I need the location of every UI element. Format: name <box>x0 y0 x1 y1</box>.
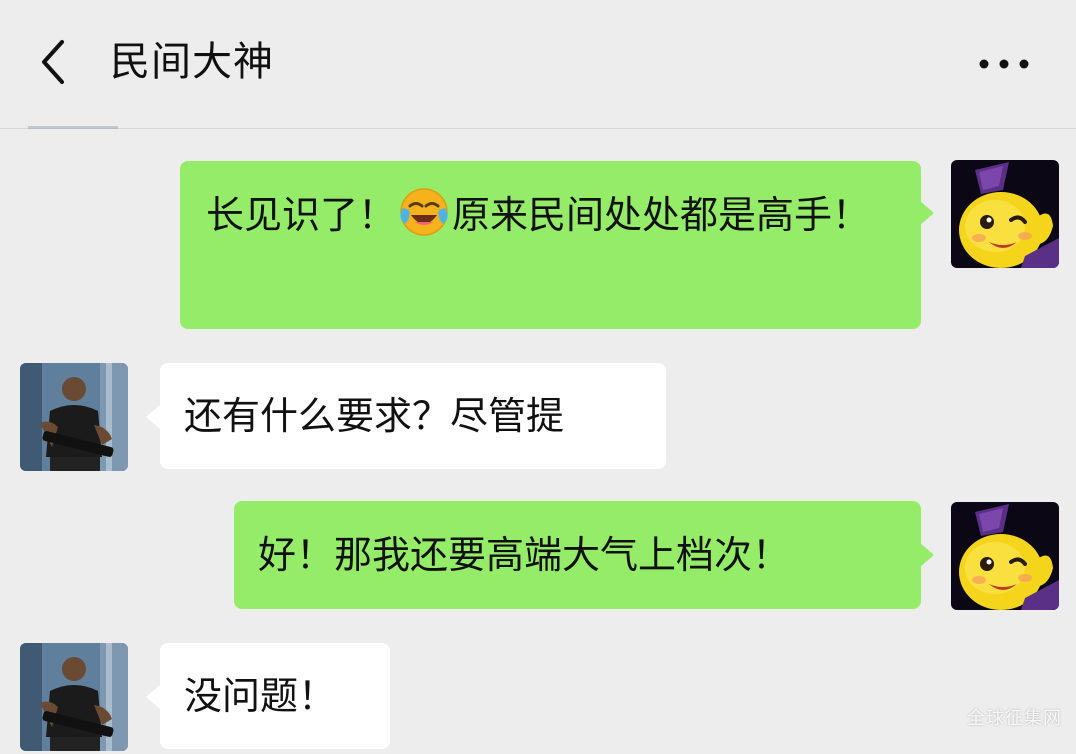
message-text: 长见识了！ <box>206 193 397 237</box>
my-avatar[interactable] <box>951 160 1059 268</box>
message-row-incoming: 没问题！ <box>0 635 1076 754</box>
contact-photo-icon <box>20 643 128 751</box>
chat-title: 民间大神 <box>110 39 274 85</box>
message-bubble-incoming[interactable]: 还有什么要求？尽管提 <box>160 363 666 469</box>
contact-avatar[interactable] <box>20 363 128 471</box>
bubble-tail <box>920 201 934 225</box>
message-row-outgoing: 长见识了！ 原来民间处处都是高手！ <box>0 129 1076 339</box>
message-bubble-outgoing[interactable]: 好！那我还要高端大气上档次！ <box>234 501 921 609</box>
message-text: 好！那我还要高端大气上档次！ <box>258 533 791 577</box>
message-row-incoming: 还有什么要求？尽管提 <box>0 355 1076 475</box>
message-text: 没问题！ <box>184 674 337 718</box>
my-avatar[interactable] <box>951 502 1059 610</box>
message-list[interactable]: 长见识了！ 原来民间处处都是高手！ 还有什么要求？尽管提 好！那我还要高端大气上… <box>0 129 1076 754</box>
contact-photo-icon <box>20 363 128 471</box>
bubble-tail <box>920 543 934 567</box>
message-text: 还有什么要求？尽管提 <box>184 394 565 438</box>
message-row-outgoing: 好！那我还要高端大气上档次！ <box>0 491 1076 621</box>
more-dots-icon <box>979 59 1029 69</box>
face-with-tears-of-joy-emoji <box>400 188 448 236</box>
bubble-tail <box>146 685 160 709</box>
cartoon-avatar-icon <box>951 160 1059 268</box>
message-text: 原来民间处处都是高手！ <box>452 193 871 237</box>
chat-header: 民间大神 <box>0 0 1076 129</box>
contact-avatar[interactable] <box>20 643 128 751</box>
message-bubble-outgoing[interactable]: 长见识了！ 原来民间处处都是高手！ <box>180 161 921 329</box>
message-bubble-incoming[interactable]: 没问题！ <box>160 643 390 749</box>
more-button[interactable] <box>972 44 1036 84</box>
back-button[interactable] <box>28 32 84 92</box>
chevron-left-icon <box>42 40 64 84</box>
cartoon-avatar-icon <box>951 502 1059 610</box>
watermark: 全球征集网 <box>967 708 1062 729</box>
bubble-tail <box>146 405 160 429</box>
